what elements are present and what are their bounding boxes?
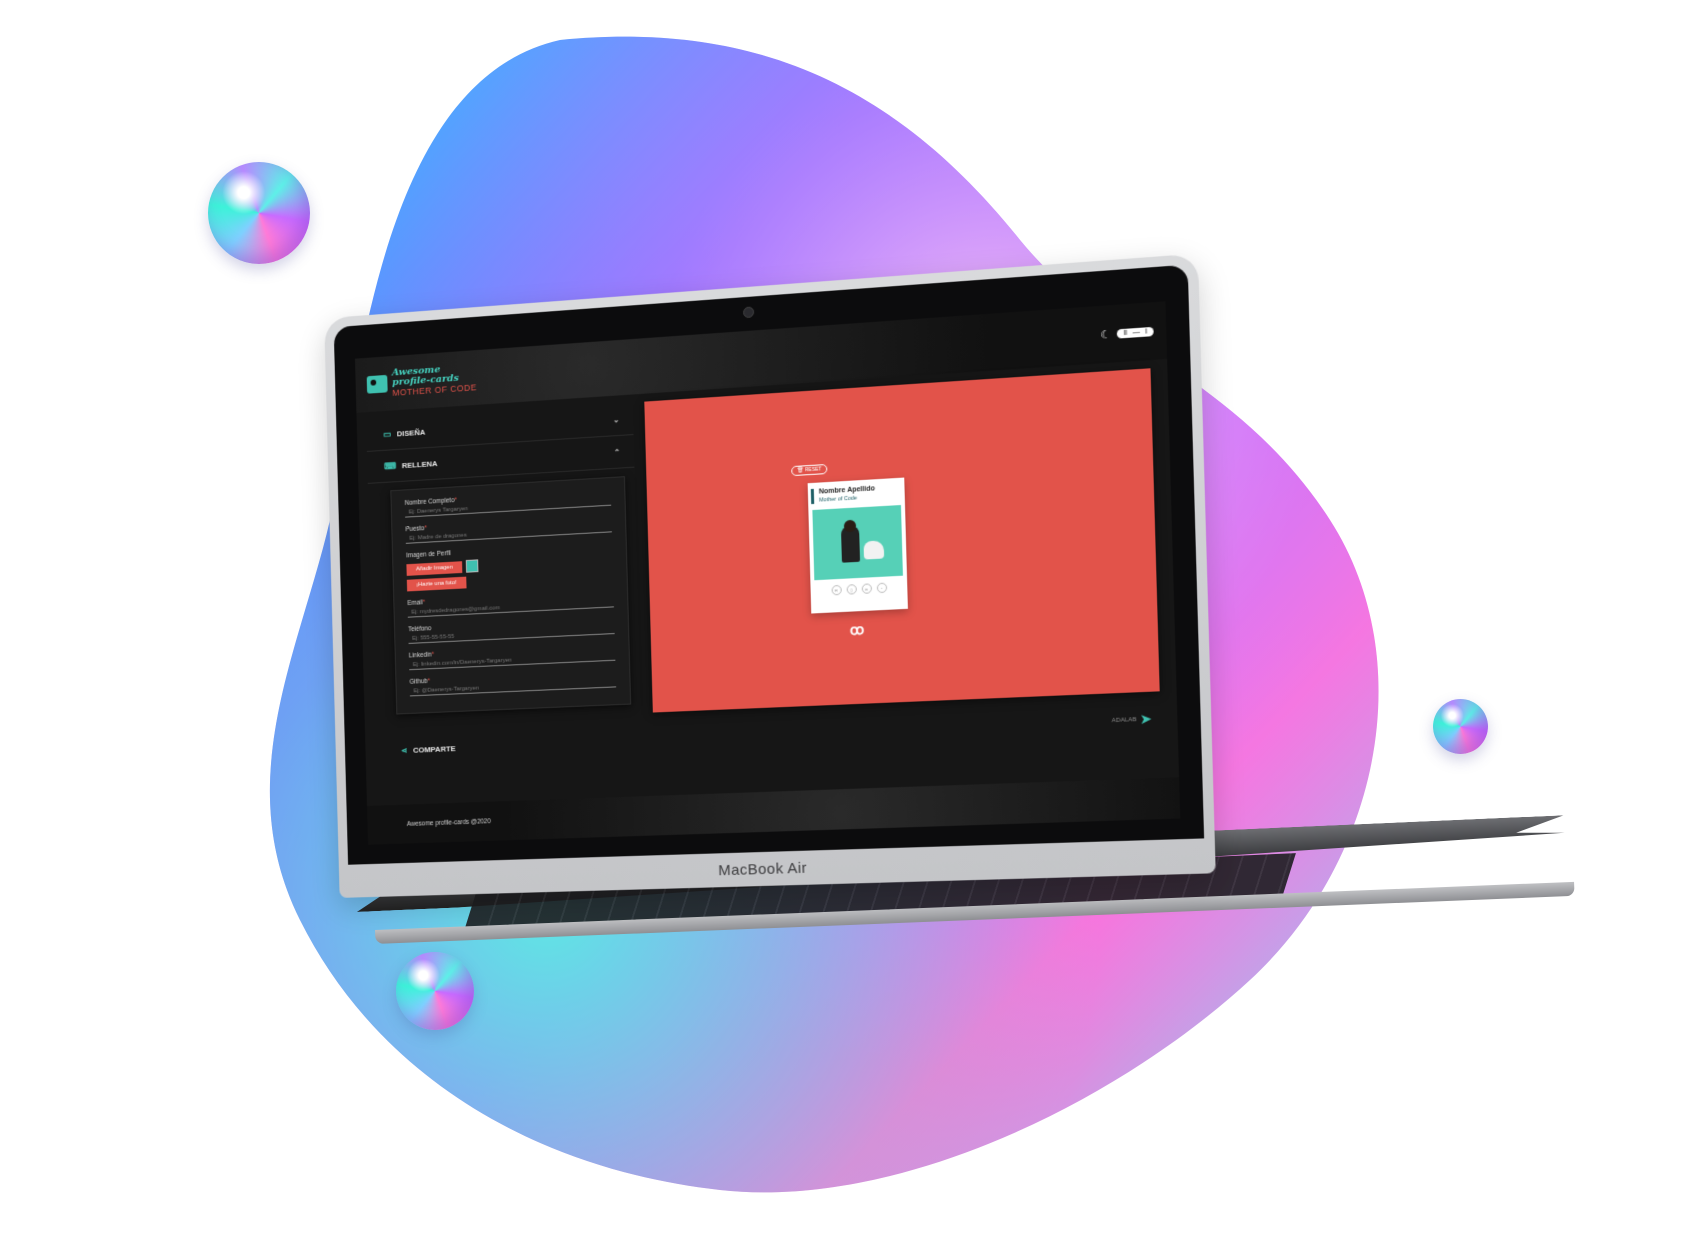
phone-icon[interactable]: ▯ <box>846 584 856 595</box>
pause-icon[interactable]: II <box>1123 329 1127 336</box>
laptop-lid: Awesome profile-cards MOTHER OF CODE ☾ I… <box>324 253 1216 897</box>
email-label: Email <box>407 599 422 607</box>
email-field: Email* Ej: mydresdedragones@gmail.com <box>407 590 614 618</box>
full-name-field: Nombre Completo* Ej: Daenerys Targaryen <box>405 488 611 518</box>
job-label: Puesto <box>405 525 424 533</box>
image-field: Imagen de Perfil Añadir Imagen ¡Hazte un… <box>406 541 613 591</box>
keyboard-icon: ⌨ <box>384 460 396 471</box>
minus-icon[interactable]: — <box>1133 328 1141 336</box>
bar-icon[interactable]: I <box>1145 328 1147 335</box>
music-player-toggle[interactable]: II — I <box>1117 326 1154 338</box>
app-logo[interactable]: Awesome profile-cards MOTHER OF CODE <box>367 363 477 400</box>
header-controls: ☾ II — I <box>1100 324 1154 341</box>
adalab-logo[interactable]: ADALAB ➤ <box>1112 710 1153 729</box>
add-image-button[interactable]: Añadir Imagen <box>406 561 462 576</box>
wolf-illustration <box>864 540 885 559</box>
linkedin-label: Linkedin <box>409 652 432 660</box>
phone-field: Teléfono Ej: 555-55-55-55 <box>408 616 615 644</box>
fill-form: Nombre Completo* Ej: Daenerys Targaryen … <box>390 476 631 714</box>
palette-icon: ▭ <box>383 429 391 440</box>
footer-text: Awesome profile-cards @2020 <box>407 818 491 828</box>
camera-icon <box>743 306 754 318</box>
job-field: Puesto* Ej: Madre de dragones <box>405 515 611 544</box>
section-design-label: DISEÑA <box>397 427 426 438</box>
image-thumbnail <box>466 559 479 572</box>
profile-card: Nombre Apellido Mother of Code ✉ ▯ in ◔ <box>808 478 908 614</box>
github-field: Github* Ej: @Daenerys-Targaryen <box>409 670 616 697</box>
chevron-up-icon[interactable]: ⌃ <box>614 447 621 456</box>
laptop: Awesome profile-cards MOTHER OF CODE ☾ I… <box>0 0 1689 1231</box>
github-label: Github <box>409 678 427 686</box>
section-fill-label: RELLENA <box>402 459 438 470</box>
card-profile-image <box>812 505 903 580</box>
adalab-label: ADALAB <box>1112 716 1137 723</box>
app-screen: Awesome profile-cards MOTHER OF CODE ☾ I… <box>355 301 1180 844</box>
linkedin-icon[interactable]: in <box>861 583 871 594</box>
card-preview-panel: 🗑 RESET Nombre Apellido Mother of Code ✉ <box>644 368 1159 712</box>
linkedin-field: Linkedin* Ej: linkedin.com/in/Daenerys-T… <box>409 643 616 670</box>
take-photo-button[interactable]: ¡Hazte una foto! <box>407 577 466 592</box>
id-card-icon <box>367 375 388 394</box>
github-icon[interactable]: ◔ <box>876 583 886 594</box>
moon-icon[interactable]: ☾ <box>1100 327 1111 341</box>
screen-bezel: Awesome profile-cards MOTHER OF CODE ☾ I… <box>334 265 1204 865</box>
character-illustration <box>841 526 860 563</box>
share-icon: ⋖ <box>401 746 408 755</box>
mail-icon[interactable]: ✉ <box>831 585 841 596</box>
section-share-label: COMPARTE <box>413 744 456 754</box>
mother-of-code-logo-icon: ꝏ <box>850 621 865 639</box>
chevron-down-icon[interactable]: ⌄ <box>613 415 620 424</box>
card-contact-icons: ✉ ▯ in ◔ <box>811 582 908 597</box>
adalab-arrow-icon: ➤ <box>1139 710 1152 728</box>
reset-button[interactable]: 🗑 RESET <box>791 464 828 476</box>
